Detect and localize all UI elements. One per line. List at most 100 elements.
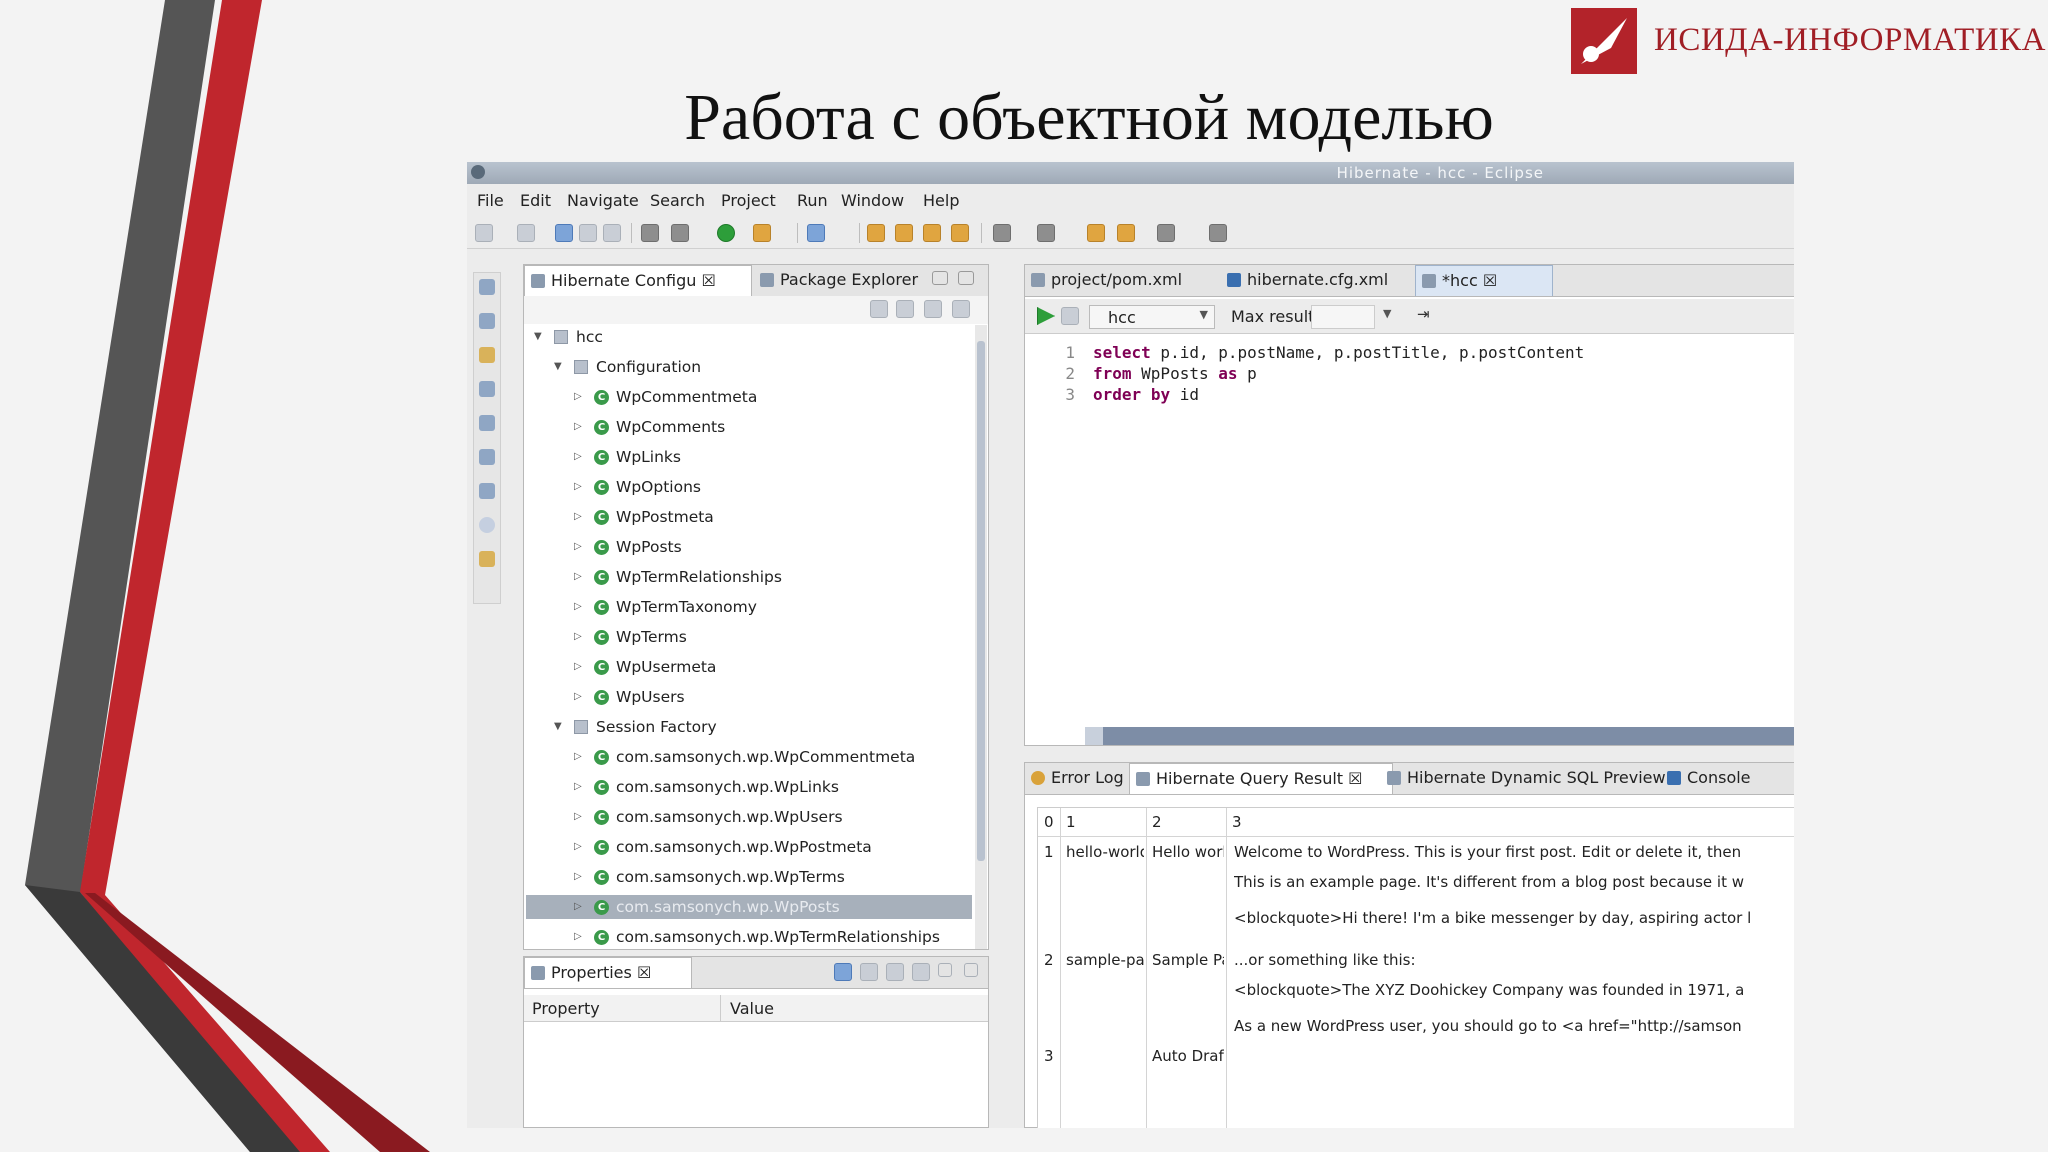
result-cell-content[interactable]: <blockquote>The XYZ Doohickey Company wa… [1234,978,1794,1002]
column-header[interactable]: 3 [1232,810,1794,834]
back-icon[interactable] [1087,224,1105,242]
pin-icon[interactable]: ⇥ [1417,305,1430,323]
collapsed-arrow-icon[interactable]: ▷ [574,925,582,949]
tab-properties[interactable]: Properties ☒ [524,957,692,988]
hql-code[interactable]: 1 select p.id, p.postName, p.postTitle, p… [1055,343,1785,443]
column-header[interactable]: 1 [1066,810,1146,834]
menu-window[interactable]: Window [841,191,904,210]
tree-item[interactable]: ▷ Ccom.samsonych.wp.WpCommentmeta [526,745,972,769]
result-cell[interactable]: 1 [1044,840,1058,864]
menu-search[interactable]: Search [650,191,705,210]
maximize-icon[interactable] [958,271,974,285]
tree-item[interactable]: ▷ Ccom.samsonych.wp.WpPosts [526,895,972,919]
minimize-icon[interactable] [932,271,948,285]
collapsed-arrow-icon[interactable]: ▷ [574,475,582,499]
maximize-icon[interactable] [964,963,978,977]
tree-item[interactable]: ▷ C WpTermRelationships [526,565,972,589]
scroll-left-icon[interactable] [1085,727,1103,745]
collapsed-arrow-icon[interactable]: ▷ [574,775,582,799]
tab-hibernate-configurations[interactable]: Hibernate Configu ☒ [524,265,752,296]
view-icon[interactable] [479,313,495,329]
collapsed-arrow-icon[interactable]: ▷ [574,535,582,559]
result-cell[interactable]: Hello world! [1152,840,1224,864]
view-icon[interactable] [479,483,495,499]
result-cell[interactable]: 2 [1044,948,1058,972]
tree-item[interactable]: ▷ Ccom.samsonych.wp.WpTerms [526,865,972,889]
tab-package-explorer[interactable]: Package Explorer [754,265,940,295]
tab-hcc[interactable]: *hcc ☒ [1415,265,1553,296]
tab-pom-xml[interactable]: project/pom.xml [1025,265,1231,295]
tree-item[interactable]: ▼ hcc [526,325,972,349]
result-cell[interactable]: hello-world [1066,840,1144,864]
new-icon[interactable] [475,224,493,242]
menu-run[interactable]: Run [797,191,828,210]
save-icon[interactable] [555,224,573,242]
annotation-icon[interactable] [993,224,1011,242]
perspective-icon[interactable] [1209,224,1227,242]
tree-item[interactable]: ▷ C WpPosts [526,535,972,559]
run-icon[interactable] [717,224,735,242]
restore-default-icon[interactable] [912,963,930,981]
advanced-icon[interactable] [886,963,904,981]
collapsed-arrow-icon[interactable]: ▷ [574,625,582,649]
scrollbar-thumb[interactable] [977,341,985,861]
tree-item[interactable]: ▷ Ccom.samsonych.wp.WpPostmeta [526,835,972,859]
menu-file[interactable]: File [477,191,504,210]
result-cell[interactable]: sample-page [1066,948,1144,972]
build-icon[interactable] [641,224,659,242]
collapsed-arrow-icon[interactable]: ▷ [574,655,582,679]
tab-hibernate-query-result[interactable]: Hibernate Query Result ☒ [1129,763,1393,794]
debug-icon[interactable] [753,224,771,242]
column-header[interactable]: 2 [1152,810,1226,834]
tree-item[interactable]: ▷ C WpTerms [526,625,972,649]
collapsed-arrow-icon[interactable]: ▷ [574,445,582,469]
tree-item[interactable]: ▷ C WpCommentmeta [526,385,972,409]
minimize-icon[interactable] [938,963,952,977]
categories-icon[interactable] [834,963,852,981]
tree-item[interactable]: ▷ Ccom.samsonych.wp.WpLinks [526,775,972,799]
tree-item[interactable]: ▷ C WpUsers [526,685,972,709]
chevron-down-icon[interactable]: ▼ [1383,307,1391,320]
next-annotation-icon[interactable] [1037,224,1055,242]
expanded-arrow-icon[interactable]: ▼ [534,325,542,349]
menu-edit[interactable]: Edit [520,191,551,210]
view-icon[interactable] [479,449,495,465]
save-all-icon[interactable] [579,224,597,242]
menu-project[interactable]: Project [721,191,776,210]
tree-item[interactable]: ▷ C WpOptions [526,475,972,499]
max-results-input[interactable] [1311,305,1375,329]
expanded-arrow-icon[interactable]: ▼ [554,715,562,739]
forward-icon[interactable] [1117,224,1135,242]
view-icon[interactable] [479,381,495,397]
tab-dynamic-sql-preview[interactable]: Hibernate Dynamic SQL Preview [1381,763,1681,793]
menu-help[interactable]: Help [923,191,959,210]
edit-icon[interactable] [1061,307,1079,325]
last-edit-icon[interactable] [1157,224,1175,242]
collapsed-arrow-icon[interactable]: ▷ [574,505,582,529]
collapsed-arrow-icon[interactable]: ▷ [574,805,582,829]
filter-icon[interactable] [860,963,878,981]
tree-item[interactable]: ▷ C WpTermTaxonomy [526,595,972,619]
collapsed-arrow-icon[interactable]: ▷ [574,385,582,409]
tree-item[interactable]: ▷ C WpLinks [526,445,972,469]
info-icon[interactable] [479,517,495,533]
search-icon[interactable] [807,224,825,242]
refresh-icon[interactable] [870,300,888,318]
result-cell[interactable]: 3 [1044,1044,1058,1068]
column-header[interactable]: 0 [1044,810,1060,834]
tree-item[interactable]: ▼ Session Factory [526,715,972,739]
result-cell-content[interactable]: <blockquote>Hi there! I'm a bike messeng… [1234,906,1794,930]
tree-item[interactable]: ▷ C WpPostmeta [526,505,972,529]
collapsed-arrow-icon[interactable]: ▷ [574,865,582,889]
tree-item[interactable]: ▷ C WpUsermeta [526,655,972,679]
open-resource-icon[interactable] [895,224,913,242]
result-cell[interactable]: Sample Page [1152,948,1224,972]
result-cell-content[interactable]: ...or something like this: [1234,948,1794,972]
print-icon[interactable] [603,224,621,242]
collapsed-arrow-icon[interactable]: ▷ [574,745,582,769]
open-type-icon[interactable] [867,224,885,242]
pin-icon[interactable] [951,224,969,242]
view-icon[interactable] [479,415,495,431]
package-icon[interactable] [923,224,941,242]
expanded-arrow-icon[interactable]: ▼ [554,355,562,379]
